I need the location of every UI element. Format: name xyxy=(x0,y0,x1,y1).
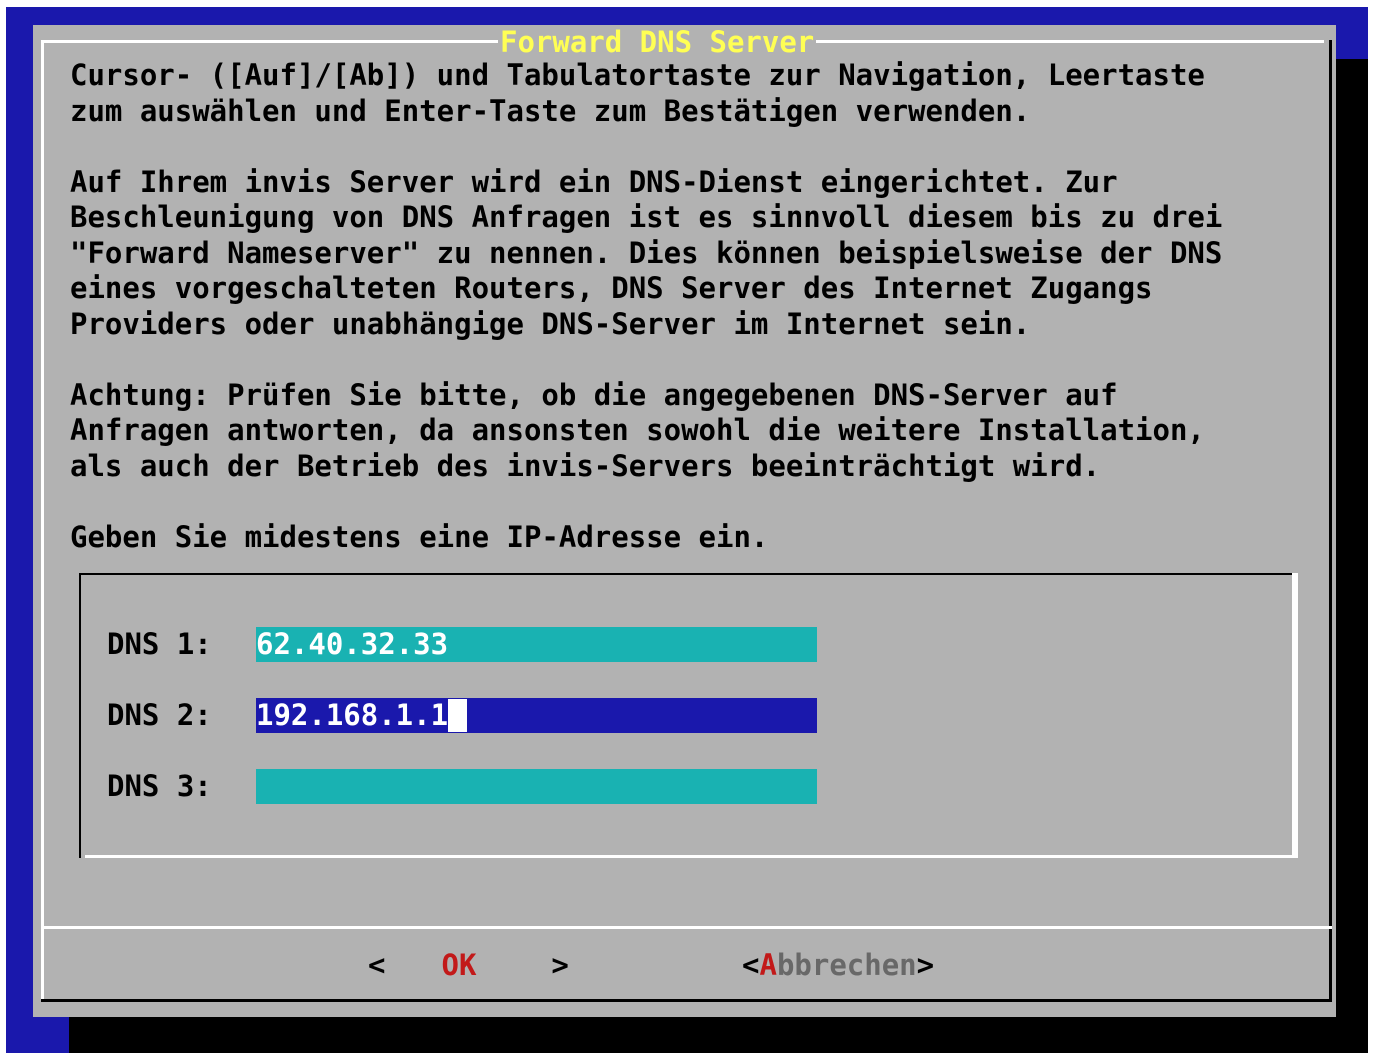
dns3-label: DNS 3: xyxy=(107,769,212,803)
dns2-label: DNS 2: xyxy=(107,698,212,732)
dialog-help-text: Cursor- ([Auf]/[Ab]) und Tabulatortaste … xyxy=(70,58,1223,554)
ok-button-bracket-left: < xyxy=(368,948,386,982)
form-box-top-line xyxy=(79,573,1292,575)
cancel-button[interactable]: <Abbrechen> xyxy=(742,945,934,985)
dns1-input[interactable]: 62.40.32.33 xyxy=(256,627,817,662)
form-box-left-line xyxy=(79,573,81,858)
frame-left-line xyxy=(41,40,44,1001)
form-box-right-line xyxy=(1292,573,1298,858)
dns2-input-value: 192.168.1.1 xyxy=(256,698,449,732)
form-box-bottom-line xyxy=(85,855,1298,858)
frame-bottom-line xyxy=(41,999,1332,1002)
ok-button-hotkey: O xyxy=(441,948,459,982)
cancel-button-hotkey: A xyxy=(759,948,777,982)
dialog-title: Forward DNS Server xyxy=(498,25,817,59)
button-area-separator xyxy=(44,926,1332,929)
ok-button[interactable]: < OK > xyxy=(368,945,569,985)
cancel-button-label: bbrechen xyxy=(776,948,917,982)
cancel-button-bracket-left: < xyxy=(742,948,760,982)
text-cursor xyxy=(448,699,468,732)
cancel-button-bracket-right: > xyxy=(916,948,935,982)
ok-button-label: K xyxy=(458,948,477,982)
ok-button-bracket-right: > xyxy=(551,948,569,982)
dns1-label: DNS 1: xyxy=(107,627,212,661)
dns3-input[interactable] xyxy=(256,769,817,804)
dns2-input[interactable]: 192.168.1.1 xyxy=(256,698,817,733)
forward-dns-dialog: Forward DNS Server Cursor- ([Auf]/[Ab]) … xyxy=(33,25,1336,1017)
